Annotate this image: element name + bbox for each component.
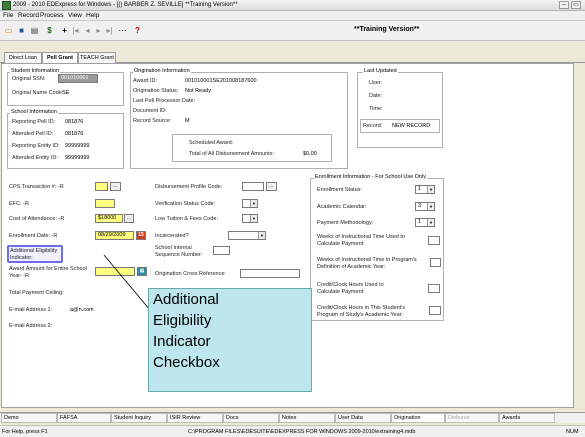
callout-line: Additional [153,291,219,308]
tab-origination[interactable]: Origination [391,413,445,423]
tab-docs[interactable]: Docs [223,413,279,423]
tab-user-data[interactable]: User Data [335,413,391,423]
callout-line: Eligibility [153,312,212,329]
tab-student-inquiry[interactable]: Student Inquiry [111,413,167,423]
callout-line: Indicator [153,333,211,350]
status-database-path: C:\PROGRAM FILES\EDESUITE\EDEXPRESS FOR … [188,429,416,435]
status-bar: For Help, press F1 C:\PROGRAM FILES\EDES… [0,425,585,437]
tab-fafsa[interactable]: FAFSA [57,413,111,423]
tab-awards[interactable]: Awards [499,413,555,423]
callout-box: Additional Eligibility Indicator Checkbo… [148,288,312,392]
tab-disburse[interactable]: Disburse [445,413,499,423]
tab-notes[interactable]: Notes [279,413,335,423]
status-help-text: For Help, press F1 [2,429,48,435]
callout-line: Checkbox [153,354,220,371]
tab-demo[interactable]: Demo [1,413,57,423]
tab-isir-review[interactable]: ISIR Review [167,413,223,423]
status-num-lock: NUM [566,429,579,435]
